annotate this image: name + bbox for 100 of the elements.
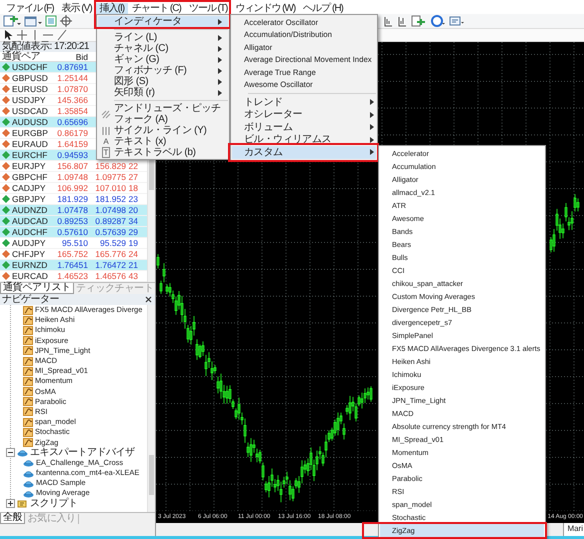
spread-value: 29 bbox=[128, 227, 138, 237]
chart-curve-icon bbox=[23, 407, 33, 416]
quote-row[interactable]: EURJPY 156.807 156.829 22 bbox=[0, 161, 147, 172]
menu-item[interactable]: トレンド bbox=[232, 96, 376, 108]
quote-row[interactable]: EURNZD 1.76451 1.76472 21 bbox=[0, 260, 147, 271]
currency-pair: GBPUSD bbox=[12, 73, 49, 83]
crosshair-icon[interactable] bbox=[60, 15, 72, 27]
clock-icon[interactable] bbox=[431, 15, 445, 27]
chart-curve-icon bbox=[23, 356, 33, 366]
crosshair-icon[interactable] bbox=[16, 29, 28, 41]
menu-bar-item[interactable]: ウィンドウ (W) bbox=[231, 3, 300, 14]
hat-icon bbox=[23, 468, 34, 478]
chart-curve-icon bbox=[23, 428, 33, 437]
spread-value: 20 bbox=[128, 205, 138, 215]
ask-price: 107.010 bbox=[94, 183, 126, 193]
quote-row[interactable]: AUDJPY 95.510 95.529 19 bbox=[0, 238, 147, 249]
hat-icon bbox=[17, 448, 28, 458]
ask-price: 1.07498 bbox=[94, 205, 126, 215]
bar-chart-icon[interactable] bbox=[383, 15, 393, 27]
menu-item[interactable]: オシレーター bbox=[232, 108, 376, 121]
hat-icon bbox=[23, 478, 34, 488]
currency-pair: USDCAD bbox=[12, 106, 49, 116]
quote-row[interactable]: GBPCHF 1.09748 1.09775 27 bbox=[0, 172, 147, 183]
currency-pair: EURAUD bbox=[12, 139, 49, 149]
profiles-icon[interactable] bbox=[45, 15, 57, 27]
close-icon[interactable] bbox=[145, 296, 152, 303]
template-icon[interactable] bbox=[449, 15, 465, 27]
currency-pair: EURNZD bbox=[12, 260, 48, 270]
new-chart-icon[interactable] bbox=[3, 15, 21, 27]
tree-item[interactable]: エキスパートアドバイザ bbox=[6, 448, 147, 458]
currency-pair: AUDCHF bbox=[12, 227, 48, 237]
tree-item[interactable]: スクリプト bbox=[6, 498, 147, 509]
bar-chart-icon[interactable] bbox=[397, 15, 407, 27]
chart-curve-icon bbox=[23, 306, 33, 315]
bid-price: 106.992 bbox=[56, 183, 88, 193]
hat-icon bbox=[23, 488, 34, 498]
chart-curve-icon bbox=[23, 376, 33, 386]
menu-item[interactable]: ボリューム bbox=[232, 121, 376, 134]
quote-row[interactable]: CHFJPY 165.752 165.776 24 bbox=[0, 249, 147, 260]
spread-value: 18 bbox=[128, 183, 138, 193]
menu-item[interactable]: ライン (L) bbox=[98, 32, 228, 43]
tab[interactable]: 通貨ペアリスト bbox=[0, 283, 74, 294]
currency-pair: AUDJPY bbox=[12, 238, 47, 248]
column-header[interactable]: Bid bbox=[50, 52, 88, 61]
currency-pair: EURGBP bbox=[12, 128, 49, 138]
chart-tab[interactable]: Mari bbox=[563, 523, 584, 536]
menu-bar-item[interactable]: ファイル (F) bbox=[2, 3, 58, 14]
ask-price: 1.76472 bbox=[94, 260, 126, 270]
menu-bar-item[interactable]: ツール (T) bbox=[184, 3, 232, 14]
menu-item[interactable]: カスタム bbox=[232, 146, 376, 158]
document-plus-icon[interactable] bbox=[411, 15, 427, 27]
spread-value: 27 bbox=[128, 172, 138, 182]
ask-price: 95.529 bbox=[99, 238, 126, 248]
currency-pair: AUDUSD bbox=[12, 117, 49, 127]
bid-price: 1.64159 bbox=[56, 139, 88, 149]
ask-price: 1.09775 bbox=[94, 172, 126, 182]
bid-price: 0.94593 bbox=[56, 150, 88, 160]
quote-row[interactable]: GBPJPY 181.929 181.952 23 bbox=[0, 194, 147, 205]
quote-row[interactable]: AUDCHF 0.57610 0.57639 29 bbox=[0, 227, 147, 238]
hat-icon bbox=[23, 458, 34, 468]
tab[interactable]: 全般 bbox=[0, 513, 26, 524]
ask-price: 156.829 bbox=[94, 161, 126, 171]
chart-curve-icon bbox=[23, 316, 33, 325]
currency-pair: AUDNZD bbox=[12, 205, 48, 215]
quote-row[interactable]: CADJPY 106.992 107.010 18 bbox=[0, 183, 147, 194]
expand-icon[interactable] bbox=[6, 499, 15, 508]
bid-price: 0.87691 bbox=[56, 62, 88, 72]
spread-value: 19 bbox=[128, 238, 138, 248]
menu-bar-item[interactable]: 表示 (V) bbox=[58, 3, 96, 14]
collapse-icon[interactable] bbox=[6, 448, 15, 458]
quote-row[interactable]: AUDNZD 1.07478 1.07498 20 bbox=[0, 205, 147, 216]
chart-curve-icon bbox=[23, 397, 33, 406]
bid-price: 1.76451 bbox=[56, 260, 88, 270]
menu-bar-item[interactable]: 挿入(I) bbox=[96, 3, 128, 14]
bid-price: 95.510 bbox=[61, 238, 88, 248]
currency-pair: CHFJPY bbox=[12, 249, 46, 259]
column-header[interactable]: 通貨ペア bbox=[0, 52, 50, 61]
chart-curve-icon bbox=[23, 366, 33, 376]
candlestick-drawing bbox=[550, 194, 580, 253]
quote-row[interactable]: EURCAD 1.46523 1.46576 43 bbox=[0, 271, 147, 282]
menu-item[interactable]: インディケータ bbox=[98, 16, 228, 27]
bid-price: 165.752 bbox=[56, 249, 88, 259]
ask-price: 0.57639 bbox=[94, 227, 126, 237]
chart-curve-icon bbox=[23, 346, 33, 356]
bid-price: 1.46523 bbox=[56, 271, 88, 281]
bid-price: 1.07870 bbox=[56, 84, 88, 94]
menu-bar-item[interactable]: ヘルプ (H) bbox=[299, 3, 347, 14]
quote-row[interactable]: AUDCAD 0.89253 0.89287 34 bbox=[0, 216, 147, 227]
menu-item[interactable]: ギャン (G) bbox=[98, 54, 228, 65]
cursor-icon[interactable] bbox=[3, 29, 13, 41]
cycle-lines-icon bbox=[101, 126, 111, 136]
bid-price: 0.65696 bbox=[56, 117, 88, 127]
menu-item[interactable]: ビル・ウィリアムス bbox=[232, 134, 376, 146]
scrollbar[interactable] bbox=[147, 305, 155, 512]
ask-price: 0.89287 bbox=[94, 216, 126, 226]
currency-pair: EURCAD bbox=[12, 271, 49, 281]
menu-bar-item[interactable]: チャート (C) bbox=[128, 3, 185, 14]
window-icon[interactable] bbox=[24, 15, 42, 27]
bid-price: 0.86179 bbox=[56, 128, 88, 138]
trendline-icon[interactable] bbox=[57, 29, 67, 41]
